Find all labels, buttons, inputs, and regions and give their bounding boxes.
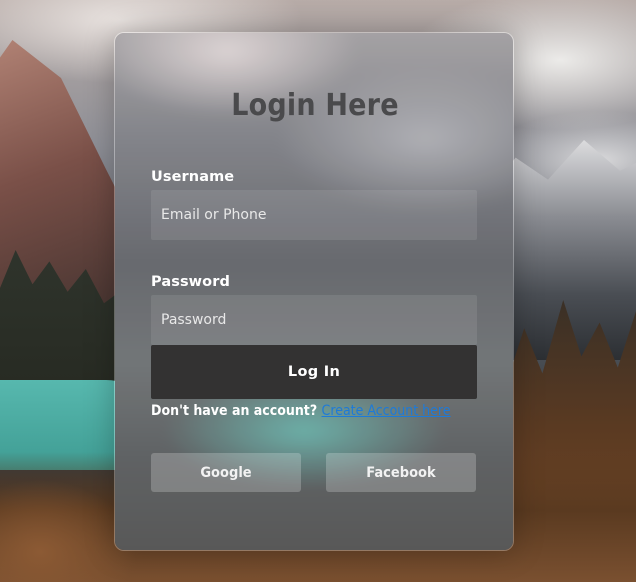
login-form: Login Here Username Password Log In Don'…	[115, 33, 513, 550]
signup-prompt: Don't have an account?	[151, 403, 318, 419]
page-title: Login Here	[231, 88, 399, 123]
facebook-login-button[interactable]: Facebook	[326, 453, 476, 492]
username-input[interactable]	[151, 190, 477, 240]
password-input[interactable]	[151, 295, 477, 345]
google-login-button[interactable]: Google	[151, 453, 301, 492]
signup-row: Don't have an account? Create Account he…	[151, 403, 451, 419]
password-label: Password	[151, 274, 230, 290]
username-label: Username	[151, 169, 235, 185]
create-account-link[interactable]: Create Account here	[322, 403, 451, 419]
login-card: Login Here Username Password Log In Don'…	[114, 32, 514, 551]
login-button[interactable]: Log In	[151, 345, 477, 399]
